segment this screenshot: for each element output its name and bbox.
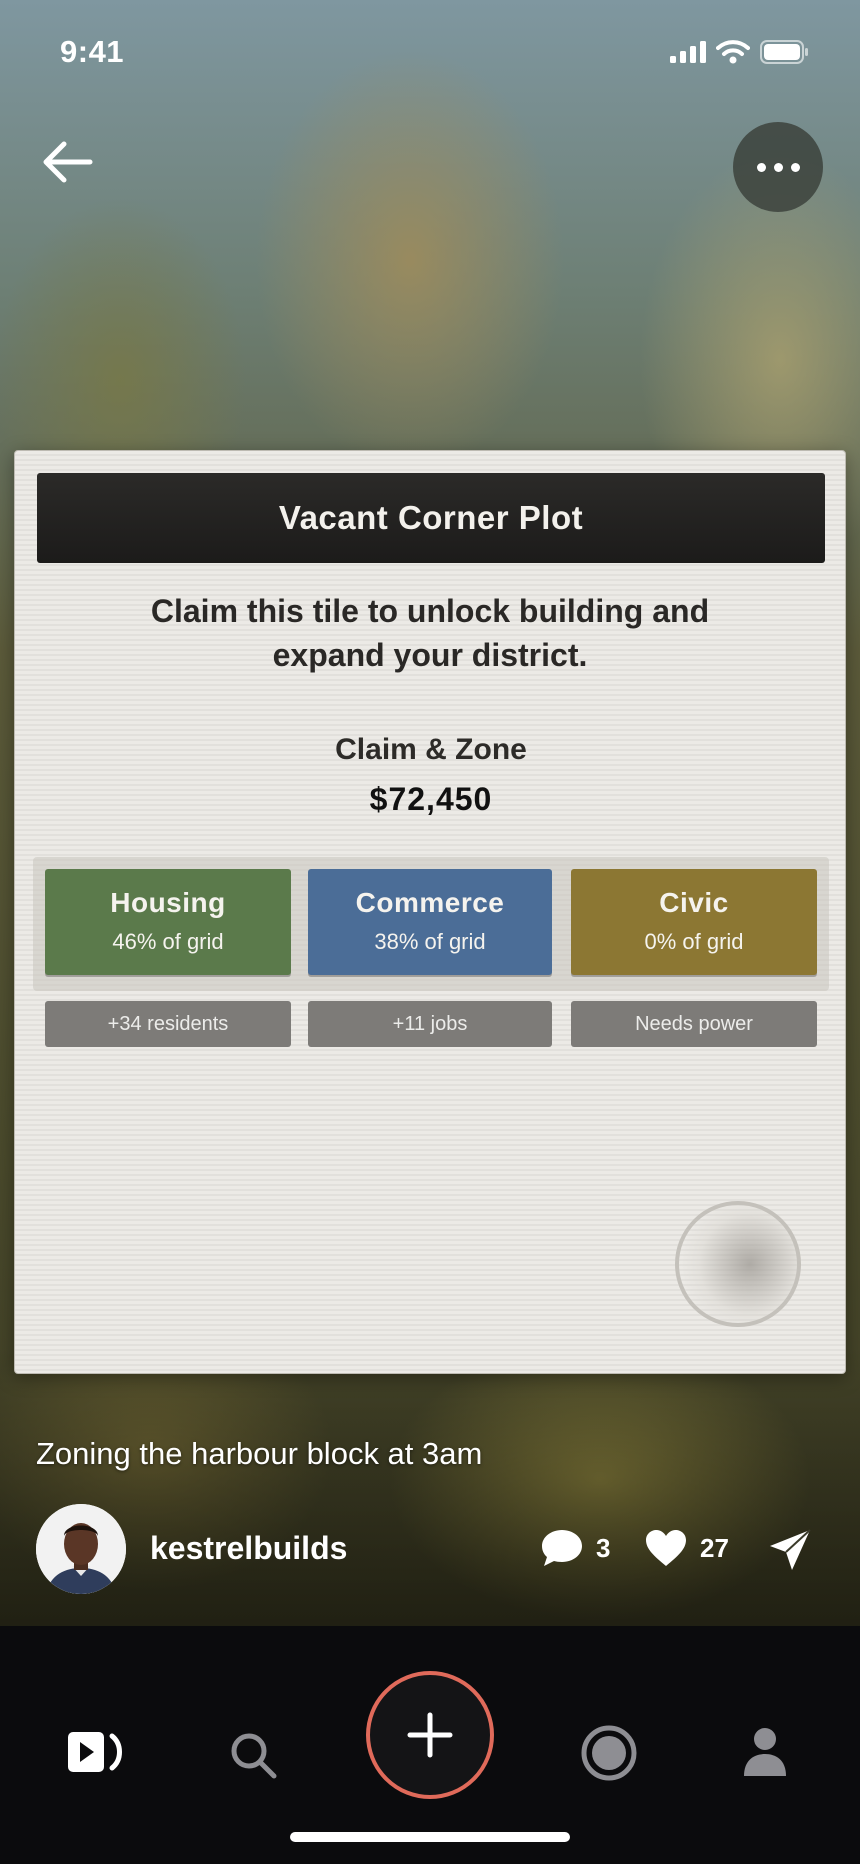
zone-civic-button[interactable]: Civic 0% of grid <box>571 869 817 975</box>
plot-card: Vacant Corner Plot Claim this tile to un… <box>14 450 846 1374</box>
tab-profile[interactable] <box>742 1726 788 1781</box>
username[interactable]: kestrelbuilds <box>150 1530 347 1567</box>
commerce-effect-chip: +11 jobs <box>308 1001 552 1047</box>
battery-icon <box>760 40 808 64</box>
ellipsis-icon <box>756 162 766 172</box>
zone-name: Commerce <box>355 887 505 918</box>
zone-commerce-button[interactable]: Commerce 38% of grid <box>308 869 552 975</box>
like-count: 27 <box>700 1532 729 1563</box>
tab-create-button[interactable] <box>366 1671 494 1799</box>
zone-share: 0% of grid <box>644 929 744 954</box>
speech-bubble-icon <box>542 1530 582 1566</box>
plus-icon <box>407 1712 453 1758</box>
search-icon <box>231 1733 277 1779</box>
avatar[interactable] <box>36 1504 126 1594</box>
zone-share: 38% of grid <box>374 929 486 954</box>
plot-title: Vacant Corner Plot <box>37 473 825 563</box>
cellular-signal-icon <box>670 41 706 63</box>
zone-name: Housing <box>110 887 226 918</box>
tab-search[interactable] <box>228 1730 278 1785</box>
avatar-image <box>36 1504 126 1594</box>
status-icons <box>670 40 810 64</box>
comment-count: 3 <box>596 1532 611 1563</box>
like-button[interactable]: 27 <box>644 1528 729 1568</box>
back-button[interactable] <box>40 140 100 190</box>
comments-button[interactable]: 3 <box>540 1528 610 1568</box>
plot-description: Claim this tile to unlock building and e… <box>150 593 710 673</box>
heart-icon <box>646 1530 686 1566</box>
feed-play-icon <box>68 1732 122 1772</box>
paper-plane-icon <box>770 1529 811 1570</box>
joystick-control[interactable] <box>675 1201 801 1327</box>
wifi-icon <box>716 40 750 64</box>
post-caption: Zoning the harbour block at 3am <box>36 1436 483 1471</box>
housing-effect-chip: +34 residents <box>45 1001 291 1047</box>
share-button[interactable] <box>768 1528 812 1577</box>
zone-share: 46% of grid <box>112 929 224 954</box>
zone-housing-button[interactable]: Housing 46% of grid <box>45 869 291 975</box>
post-meta-row: kestrelbuilds 3 27 <box>0 1504 860 1596</box>
tab-feed[interactable] <box>66 1730 128 1779</box>
status-bar: 9:41 <box>0 0 860 110</box>
bottom-tab-bar <box>0 1626 860 1864</box>
home-indicator <box>290 1832 570 1842</box>
profile-icon <box>744 1728 786 1776</box>
claim-label: Claim & Zone <box>335 733 527 766</box>
zone-name: Civic <box>659 887 729 918</box>
arrow-left-icon <box>43 141 93 183</box>
claim-price: $72,450 <box>369 781 493 817</box>
status-time: 9:41 <box>60 34 125 69</box>
tab-record[interactable] <box>580 1724 638 1787</box>
civic-effect-chip: Needs power <box>571 1001 817 1047</box>
more-options-button[interactable] <box>733 122 823 212</box>
record-icon <box>581 1725 637 1781</box>
